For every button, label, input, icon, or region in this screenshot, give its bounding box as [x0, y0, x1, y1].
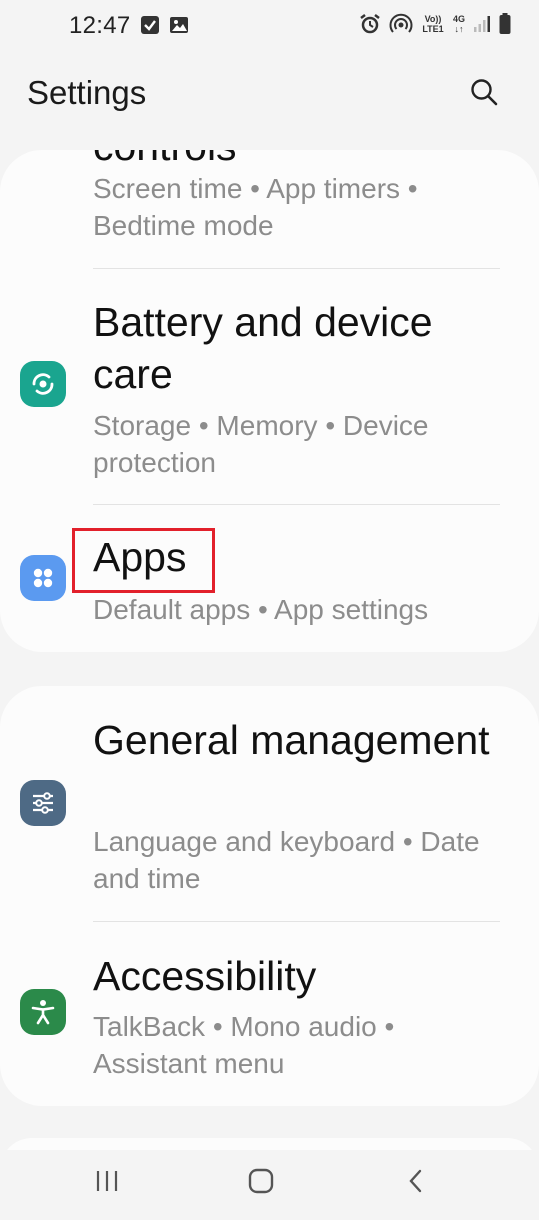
- battery-icon: [499, 13, 511, 34]
- page-title: Settings: [27, 74, 147, 111]
- navigation-bar: [0, 1150, 539, 1220]
- settings-item-battery-and-device-care[interactable]: Battery and device care Storage • Memory…: [0, 269, 539, 504]
- item-subtitle: Storage • Memory • Device protection: [93, 410, 429, 478]
- back-button[interactable]: [394, 1164, 438, 1198]
- search-button[interactable]: [465, 73, 503, 111]
- recent-apps-button[interactable]: [85, 1164, 129, 1198]
- accessibility-icon: [20, 989, 66, 1035]
- app-bar: Settings: [0, 60, 539, 130]
- settings-item-digital-wellbeing[interactable]: controls Screen time • App timers • Bedt…: [0, 150, 539, 268]
- status-left-icons: [140, 15, 189, 35]
- status-time: 12:47: [69, 12, 131, 39]
- home-button[interactable]: [239, 1164, 283, 1198]
- item-subtitle: Language and keyboard • Date and time: [93, 826, 480, 894]
- settings-item-accessibility[interactable]: Accessibility TalkBack • Mono audio • As…: [0, 922, 539, 1106]
- settings-group-1: controls Screen time • App timers • Bedt…: [0, 150, 539, 652]
- settings-group-2: General management Language and keyboard…: [0, 686, 539, 1106]
- gallery-notification-icon: [170, 17, 188, 33]
- item-title: General management: [93, 717, 490, 763]
- apps-highlight-box: [72, 528, 215, 593]
- apps-icon: [20, 555, 66, 601]
- search-icon: [471, 79, 498, 106]
- item-title: Accessibility: [93, 953, 317, 999]
- hotspot-icon: [389, 13, 413, 33]
- item-subtitle: Default apps • App settings: [93, 594, 429, 625]
- data-arrows-icon: ↓↑: [454, 24, 464, 34]
- settings-item-general-management[interactable]: General management Language and keyboard…: [0, 686, 539, 921]
- signal-icon: [474, 16, 490, 32]
- 4g-indicator: 4G ↓↑: [452, 14, 465, 34]
- item-subtitle: Screen time • App timers • Bedtime mode: [93, 173, 418, 241]
- checkbox-notification-icon: [141, 16, 159, 34]
- volte-indicator: Vo)) LTE1: [422, 14, 444, 34]
- device-care-icon: [20, 361, 66, 407]
- item-title: controls: [93, 150, 237, 172]
- item-subtitle: TalkBack • Mono audio • Assistant menu: [93, 1011, 395, 1079]
- general-management-icon: [20, 780, 66, 826]
- status-right-icons: Vo)) LTE1 4G ↓↑: [359, 13, 511, 35]
- alarm-icon: [360, 14, 380, 34]
- home-icon: [248, 1168, 274, 1194]
- item-title: Battery and device care: [93, 299, 433, 397]
- status-bar: 12:47 Vo)) LTE1 4G ↓↑: [0, 0, 539, 56]
- recent-apps-icon: [96, 1171, 118, 1191]
- back-icon: [409, 1169, 422, 1193]
